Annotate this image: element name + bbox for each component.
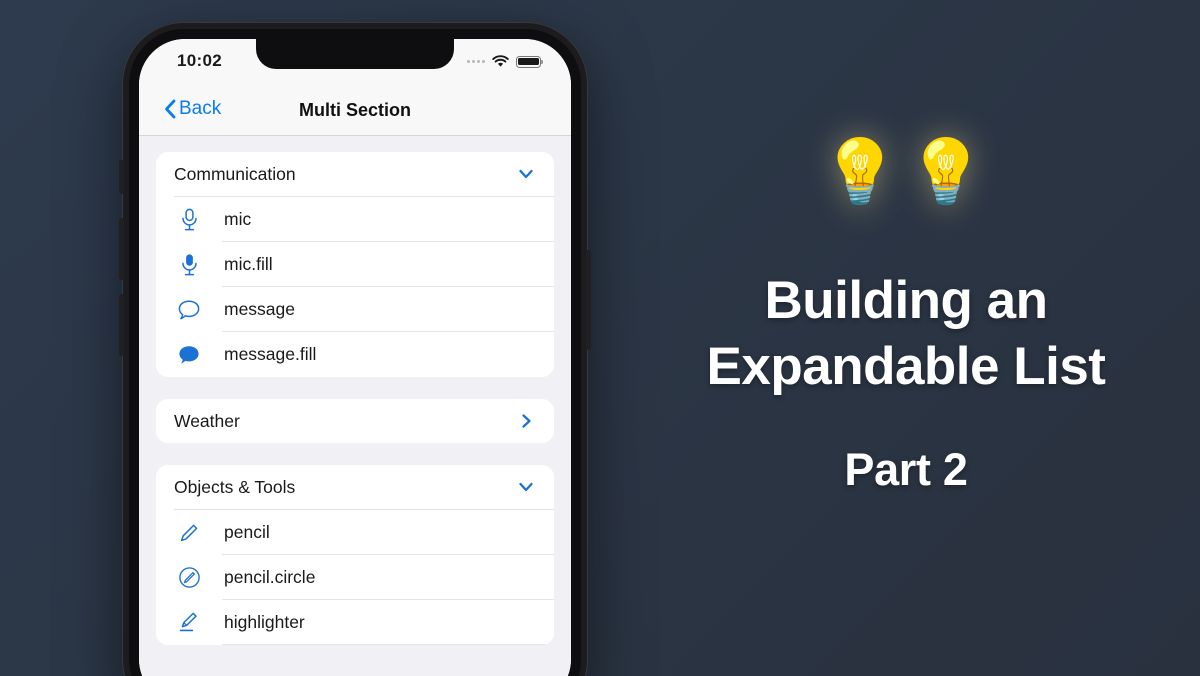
pencil-circle-icon [174,566,204,589]
mic-icon [174,208,204,232]
status-bar-time: 10:02 [177,51,222,70]
section-header-weather[interactable]: Weather [156,399,554,443]
chevron-right-icon[interactable] [516,411,536,431]
list-item[interactable]: message.fill [156,332,554,377]
section-card-communication: Communication mic mic.fill message messa… [156,152,554,377]
volume-down-button[interactable] [119,294,124,356]
promo-title: Building an Expandable List [612,268,1200,399]
list-item-label: message.fill [224,344,317,364]
list-item-label: pencil [224,522,270,542]
promo-subtitle: Part 2 [844,444,968,495]
iphone-mockup: 10:02 Back Multi Section Communication m… [119,22,591,676]
row-separator [222,644,554,645]
list-item[interactable]: pencil [156,510,554,555]
wifi-icon [492,55,509,67]
section-list[interactable]: Communication mic mic.fill message messa… [139,136,571,676]
power-button[interactable] [586,250,591,350]
light-bulb-emoji: 💡💡 [612,140,1200,204]
page-title: Multi Section [299,100,411,120]
section-header-communication[interactable]: Communication [156,152,554,196]
list-item[interactable]: mic [156,197,554,242]
list-item[interactable]: mic.fill [156,242,554,287]
highlighter-icon [174,611,204,634]
notch [256,39,454,69]
chevron-down-icon[interactable] [516,164,536,184]
section-header-objects-tools[interactable]: Objects & Tools [156,465,554,509]
promo-title-line-1: Building an [764,271,1048,330]
battery-full-icon [516,55,544,68]
promo-bulbs: 💡💡 [820,136,992,208]
message-icon [174,299,204,321]
phone-screen: 10:02 Back Multi Section Communication m… [139,39,571,676]
section-card-objects-tools: Objects & Tools pencil pencil.circle hig… [156,465,554,645]
chevron-down-icon[interactable] [516,477,536,497]
list-item[interactable]: message [156,287,554,332]
status-bar-icons [467,55,544,68]
section-title: Objects & Tools [174,476,296,497]
section-title: Communication [174,163,296,184]
cellular-signal-icon [467,60,485,63]
list-item[interactable]: highlighter [156,600,554,645]
mic-fill-icon [174,253,204,277]
pencil-icon [174,522,204,544]
section-card-weather: Weather [156,399,554,443]
section-title: Weather [174,410,240,431]
promo-title-line-2: Expandable List [706,336,1106,396]
list-item-label: pencil.circle [224,567,316,587]
list-item-label: mic.fill [224,254,273,274]
list-item-label: mic [224,209,252,229]
promo-panel: 💡💡 Building an Expandable List Part 2 [612,0,1200,676]
message-fill-icon [174,344,204,366]
list-item-label: message [224,299,296,319]
volume-up-button[interactable] [119,218,124,280]
list-item-label: highlighter [224,612,305,632]
list-item[interactable]: pencil.circle [156,555,554,600]
screenshot-root: 10:02 Back Multi Section Communication m… [0,0,1200,676]
silent-switch-button[interactable] [119,160,124,194]
navigation-bar: Back Multi Section [139,87,571,136]
